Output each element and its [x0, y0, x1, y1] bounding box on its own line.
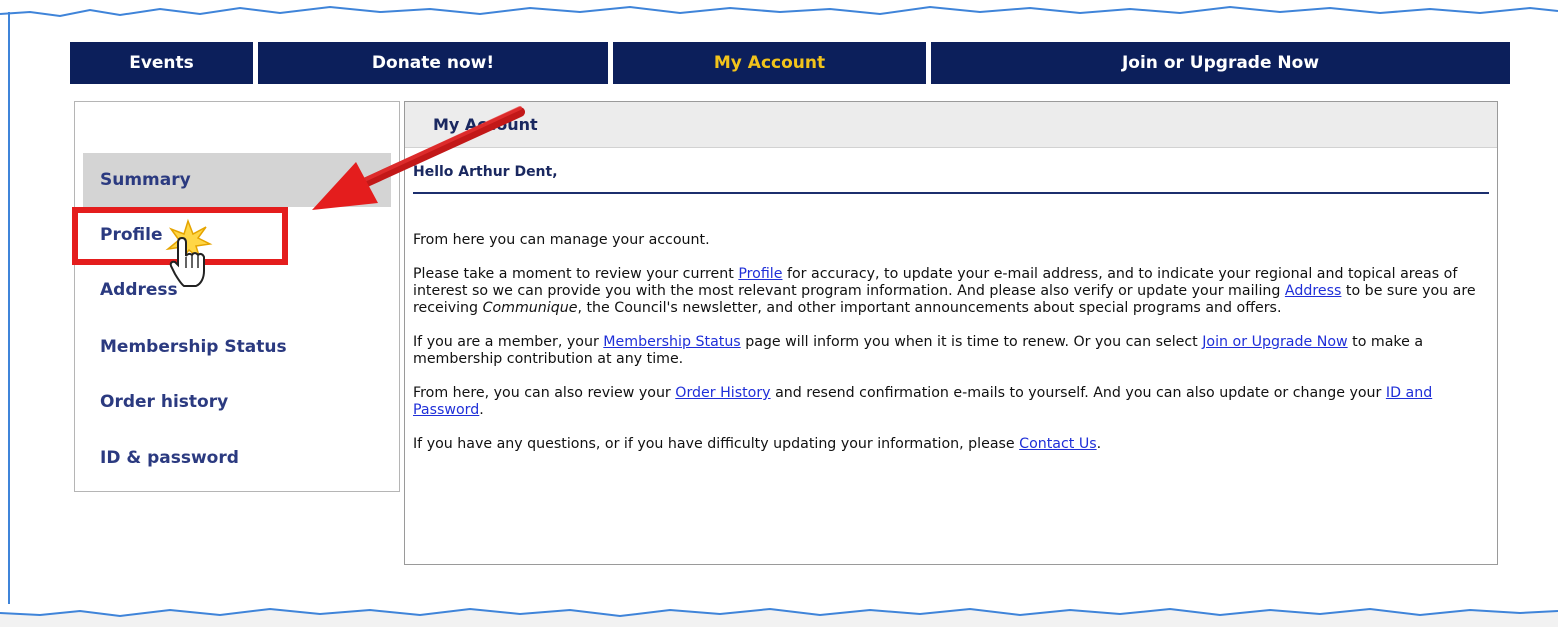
contact-us-link[interactable]: Contact Us — [1019, 436, 1096, 452]
text-span: . — [1096, 436, 1102, 452]
sidebar-item-profile[interactable]: Profile — [83, 208, 391, 262]
tab-donate-now[interactable]: Donate now! — [258, 42, 608, 84]
text-span: . — [479, 402, 484, 418]
greeting-text: Hello Arthur Dent, — [413, 164, 558, 180]
order-history-paragraph: From here, you can also review your Orde… — [413, 385, 1483, 419]
torn-edge-bottom — [0, 607, 1558, 627]
text-span: If you are a member, your — [413, 334, 604, 350]
intro-paragraph: From here you can manage your account. — [413, 232, 710, 248]
torn-edge-top — [0, 0, 1558, 18]
text-span: From here, you can also review your — [413, 385, 676, 401]
sidebar-item-summary[interactable]: Summary — [83, 153, 391, 207]
text-span: If you have any questions, or if you hav… — [413, 436, 1020, 452]
divider — [413, 192, 1489, 194]
profile-link[interactable]: Profile — [738, 266, 782, 282]
membership-paragraph: If you are a member, your Membership Sta… — [413, 334, 1483, 368]
tab-my-account[interactable]: My Account — [613, 42, 926, 84]
tab-join-or-upgrade-now[interactable]: Join or Upgrade Now — [931, 42, 1510, 84]
text-span: , the Council's newsletter, and other im… — [577, 300, 1282, 316]
address-link[interactable]: Address — [1285, 283, 1342, 299]
tab-events[interactable]: Events — [70, 42, 253, 84]
text-span: Please take a moment to review your curr… — [413, 266, 739, 282]
sidebar-item-membership-status[interactable]: Membership Status — [83, 320, 391, 374]
main-content-panel: My Account Hello Arthur Dent, From here … — [404, 101, 1498, 565]
contact-paragraph: If you have any questions, or if you hav… — [413, 436, 1483, 453]
page-left-border — [8, 12, 10, 604]
communique-title: Communique — [482, 300, 578, 316]
membership-status-link[interactable]: Membership Status — [603, 334, 740, 350]
text-span: page will inform you when it is time to … — [740, 334, 1203, 350]
join-or-upgrade-link[interactable]: Join or Upgrade Now — [1202, 334, 1347, 350]
text-span: and resend confirmation e-mails to yours… — [770, 385, 1386, 401]
profile-paragraph: Please take a moment to review your curr… — [413, 266, 1483, 317]
account-sidebar: Summary Profile Address Membership Statu… — [74, 101, 400, 492]
sidebar-item-order-history[interactable]: Order history — [83, 375, 391, 429]
sidebar-item-address[interactable]: Address — [83, 263, 391, 317]
order-history-link[interactable]: Order History — [675, 385, 770, 401]
account-intro-text: From here you can manage your account. P… — [413, 232, 1483, 470]
top-navigation: Events Donate now! My Account Join or Up… — [70, 42, 1510, 84]
sidebar-item-id-password[interactable]: ID & password — [83, 431, 391, 485]
panel-title: My Account — [405, 102, 1497, 148]
